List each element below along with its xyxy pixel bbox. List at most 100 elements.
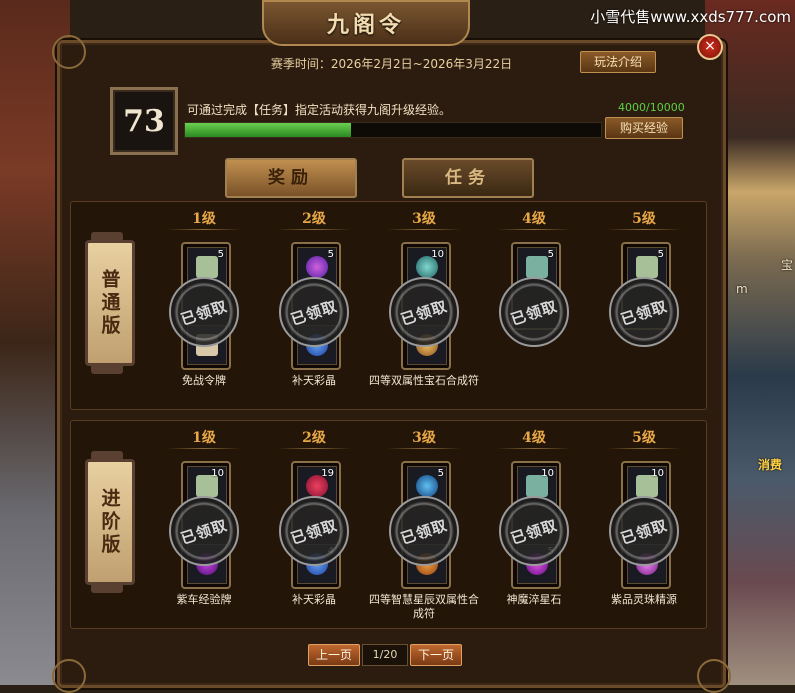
watermark-text: 小雪代售www.xxds777.com xyxy=(590,8,791,26)
reward-name: 神魔淬星石 xyxy=(506,593,562,606)
crystal-icon xyxy=(306,256,328,278)
level-display: 73 xyxy=(110,87,178,155)
scroll-cap-icon xyxy=(91,364,123,374)
reward-level: 3级 xyxy=(412,211,436,227)
reward-name: 紫车经验牌 xyxy=(176,593,232,606)
reward-column: 4级 10 5 已领取 神魔淬星石 xyxy=(489,421,579,628)
item-count: 5 xyxy=(657,249,664,260)
buy-exp-button[interactable]: 购买经验 xyxy=(605,117,683,139)
level-number: 73 xyxy=(123,103,165,139)
pagination: 上一页 1/20 下一页 xyxy=(60,644,723,666)
tier-panel-advanced: 进阶版 1级 10 已领取 紫车经验牌 2级 19 4 已领取 补天彩晶 3级 xyxy=(70,420,707,629)
claimed-seal-icon: 已领取 xyxy=(609,496,679,566)
reward-level: 5级 xyxy=(632,430,656,446)
reward-level: 4级 xyxy=(522,211,546,227)
reward-level: 3级 xyxy=(412,430,436,446)
claimed-seal-icon: 已领取 xyxy=(169,496,239,566)
reward-column: 5级 5 已领取 xyxy=(599,202,689,409)
reward-level: 2级 xyxy=(302,430,326,446)
window-title: 九阁令 xyxy=(326,12,405,38)
exp-count: 4000/10000 xyxy=(618,101,685,114)
exp-progress-bar xyxy=(184,122,602,138)
tier-label: 进阶版 xyxy=(98,487,121,557)
prev-page-button[interactable]: 上一页 xyxy=(308,644,360,666)
reward-name: 四等双属性宝石合成符 xyxy=(369,374,479,387)
claimed-seal-icon: 已领取 xyxy=(169,277,239,347)
reward-level: 1级 xyxy=(192,430,216,446)
reward-name: 四等智慧星辰双属性合成符 xyxy=(369,593,479,620)
reward-column: 5级 10 已领取 紫品灵珠精源 xyxy=(599,421,689,628)
claimed-text: 已领取 xyxy=(178,515,230,548)
reward-column: 3级 10 已领取 四等双属性宝石合成符 xyxy=(369,202,479,409)
reward-name: 补天彩晶 xyxy=(292,374,336,387)
claimed-text: 已领取 xyxy=(178,296,230,329)
claimed-seal-icon: 已领取 xyxy=(279,496,349,566)
reward-column: 1级 5 已领取 免战令牌 xyxy=(159,202,249,409)
claimed-seal-icon: 已领取 xyxy=(389,277,459,347)
divider xyxy=(497,229,571,230)
item-count: 5 xyxy=(217,249,224,260)
claimed-text: 已领取 xyxy=(508,515,560,548)
item-count: 10 xyxy=(541,468,554,479)
divider xyxy=(607,229,681,230)
claimed-seal-icon: 已领取 xyxy=(499,496,569,566)
claimed-text: 已领取 xyxy=(618,296,670,329)
page-indicator: 1/20 xyxy=(362,644,408,666)
reward-column: 2级 19 4 已领取 补天彩晶 xyxy=(269,421,359,628)
item-count: 5 xyxy=(547,249,554,260)
reward-column: 2级 5 已领取 补天彩晶 xyxy=(269,202,359,409)
reward-column: 1级 10 已领取 紫车经验牌 xyxy=(159,421,249,628)
divider xyxy=(497,448,571,449)
divider xyxy=(387,229,461,230)
divider xyxy=(277,229,351,230)
divider xyxy=(167,448,241,449)
token-icon xyxy=(636,256,658,278)
divider xyxy=(387,448,461,449)
reward-level: 2级 xyxy=(302,211,326,227)
item-count: 5 xyxy=(437,468,444,479)
tab-tasks[interactable]: 任务 xyxy=(402,158,534,198)
reward-level: 5级 xyxy=(632,211,656,227)
window-title-plate: 九阁令 xyxy=(262,0,470,46)
claimed-seal-icon: 已领取 xyxy=(279,277,349,347)
item-count: 5 xyxy=(327,249,334,260)
side-text-m: m xyxy=(736,282,748,296)
star-orb-icon xyxy=(416,475,438,497)
plaque-icon xyxy=(526,256,548,278)
reward-column: 3级 5 已领取 四等智慧星辰双属性合成符 xyxy=(369,421,479,628)
side-text-consume: 消费 xyxy=(758,458,783,472)
item-count: 10 xyxy=(431,249,444,260)
item-count: 10 xyxy=(211,468,224,479)
claimed-text: 已领取 xyxy=(288,515,340,548)
reward-name: 紫品灵珠精源 xyxy=(611,593,677,606)
reward-name: 免战令牌 xyxy=(182,374,226,387)
reward-level: 4级 xyxy=(522,430,546,446)
tier-panel-normal: 普通版 1级 5 已领取 免战令牌 2级 5 已领取 补天彩晶 3级 10 已领… xyxy=(70,201,707,410)
divider xyxy=(607,448,681,449)
exp-description: 可通过完成【任务】指定活动获得九阁升级经验。 xyxy=(187,103,452,117)
tier-badge: 进阶版 xyxy=(85,459,135,585)
next-page-button[interactable]: 下一页 xyxy=(410,644,462,666)
item-count: 10 xyxy=(651,468,664,479)
claimed-text: 已领取 xyxy=(398,515,450,548)
tier-badge: 普通版 xyxy=(85,240,135,366)
tier-label: 普通版 xyxy=(98,268,121,338)
scroll-cap-icon xyxy=(91,583,123,593)
claimed-seal-icon: 已领取 xyxy=(499,277,569,347)
claimed-text: 已领取 xyxy=(508,296,560,329)
reward-column: 4级 5 已领取 xyxy=(489,202,579,409)
claimed-text: 已领取 xyxy=(618,515,670,548)
claimed-text: 已领取 xyxy=(288,296,340,329)
token-icon xyxy=(196,256,218,278)
claimed-text: 已领取 xyxy=(398,296,450,329)
divider xyxy=(167,229,241,230)
tab-rewards[interactable]: 奖励 xyxy=(225,158,357,198)
jiuge-order-window: 赛季时间：2026年2月2日~2026年3月22日 玩法介绍 73 可通过完成【… xyxy=(52,35,731,693)
divider xyxy=(277,448,351,449)
claimed-seal-icon: 已领取 xyxy=(609,277,679,347)
claimed-seal-icon: 已领取 xyxy=(389,496,459,566)
item-count: 19 xyxy=(321,468,334,479)
reward-name: 补天彩晶 xyxy=(292,593,336,606)
close-button[interactable]: × xyxy=(697,34,723,60)
rules-button[interactable]: 玩法介绍 xyxy=(580,51,656,73)
